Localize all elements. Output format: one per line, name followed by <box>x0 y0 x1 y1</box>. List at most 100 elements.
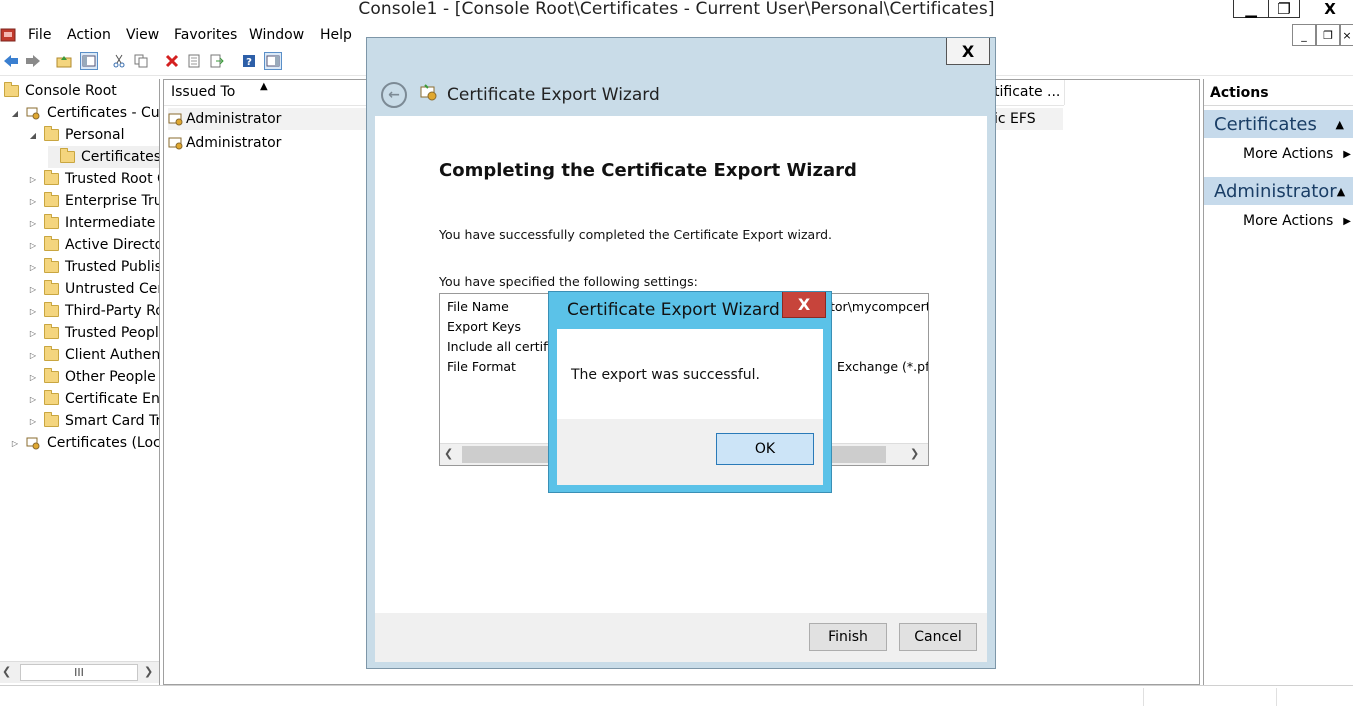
scroll-thumb[interactable]: III <box>20 664 138 681</box>
menu-help[interactable]: Help <box>320 27 352 43</box>
collapsed-arrow-icon[interactable]: ▷ <box>28 307 38 316</box>
actions-section-certificates[interactable]: Certificates ▲ <box>1204 110 1353 138</box>
section-label: Administrator <box>1214 180 1337 202</box>
scroll-left-icon[interactable]: ❮ <box>444 447 453 460</box>
scroll-right-icon[interactable]: ❯ <box>144 665 153 678</box>
scroll-left-icon[interactable]: ❮ <box>2 665 11 678</box>
collapsed-arrow-icon[interactable]: ▷ <box>28 329 38 338</box>
copy-icon[interactable] <box>132 52 150 70</box>
back-arrow-icon[interactable]: ← <box>381 82 407 108</box>
tree-item[interactable]: Console Root <box>4 80 117 102</box>
mmc-app-icon[interactable] <box>0 26 20 44</box>
menu-view[interactable]: View <box>126 27 159 43</box>
tree-item-label: Enterprise Trus <box>65 193 160 209</box>
more-actions-certificates[interactable]: More Actions ▶ <box>1204 142 1353 166</box>
tree-item[interactable]: ▷ Trusted Root C <box>28 168 160 190</box>
tree-item[interactable]: ◢ Personal <box>28 124 125 146</box>
mdi-minimize-button[interactable]: _ <box>1292 24 1316 46</box>
tree-item[interactable]: ▷ Trusted People <box>28 322 159 344</box>
wizard-title: Certificate Export Wizard <box>447 85 660 105</box>
expanded-arrow-icon[interactable]: ◢ <box>28 131 38 140</box>
help-icon[interactable]: ? <box>240 52 258 70</box>
delete-icon[interactable] <box>163 52 181 70</box>
wizard-heading: Completing the Certificate Export Wizard <box>439 160 857 181</box>
template-cell: ic EFS <box>994 111 1036 127</box>
menu-file[interactable]: File <box>28 27 51 43</box>
finish-button[interactable]: Finish <box>809 623 887 651</box>
svg-text:?: ? <box>246 57 252 68</box>
collapsed-arrow-icon[interactable]: ▷ <box>28 263 38 272</box>
tree-item[interactable]: ▷ Smart Card Tru <box>28 410 159 432</box>
tree-item-label: Client Authenti <box>65 347 160 363</box>
certificate-wizard-icon <box>419 83 439 107</box>
collapse-up-icon[interactable]: ▲ <box>1336 118 1344 131</box>
tree-item[interactable]: ▷ Untrusted Cert <box>28 278 159 300</box>
collapsed-arrow-icon[interactable]: ▷ <box>28 351 38 360</box>
issued-to-cell: Administrator <box>186 111 282 127</box>
show-hide-action-pane-icon[interactable] <box>264 52 282 70</box>
collapsed-arrow-icon[interactable]: ▷ <box>28 395 38 404</box>
tree-item[interactable]: ▷ Enterprise Trus <box>28 190 160 212</box>
tree-item[interactable]: ▷ Certificates (Loca <box>10 432 160 454</box>
minimize-button[interactable]: ▁ <box>1233 0 1269 18</box>
tree-item[interactable]: ▷ Trusted Publish <box>28 256 159 278</box>
properties-icon[interactable] <box>185 52 203 70</box>
folder-icon <box>44 346 59 361</box>
tree-item[interactable]: ◢ Certificates - Curr <box>10 102 159 124</box>
tree-item-label: Console Root <box>25 83 117 99</box>
tree-item[interactable]: ▷ Other People <box>28 366 156 388</box>
tree-item[interactable]: ▷ Client Authenti <box>28 344 160 366</box>
collapsed-arrow-icon[interactable]: ▷ <box>28 417 38 426</box>
tree-horizontal-scrollbar[interactable]: ❮ III ❯ <box>0 661 159 683</box>
actions-section-administrator[interactable]: Administrator ▲ <box>1204 177 1353 205</box>
tree-item[interactable]: ▷ Intermediate C <box>28 212 159 234</box>
mdi-close-button[interactable]: × <box>1340 24 1353 46</box>
tree-item[interactable]: ▷ Third-Party Ro <box>28 300 159 322</box>
more-actions-label: More Actions <box>1243 146 1334 162</box>
menu-action[interactable]: Action <box>67 27 111 43</box>
wizard-close-button[interactable]: X <box>946 38 990 65</box>
cut-icon[interactable] <box>110 52 128 70</box>
folder-icon <box>44 126 59 141</box>
mdi-restore-button[interactable]: ❐ <box>1316 24 1340 46</box>
cancel-button[interactable]: Cancel <box>899 623 977 651</box>
status-bar <box>0 685 1353 707</box>
back-arrow-icon[interactable] <box>2 52 20 70</box>
export-list-icon[interactable] <box>208 52 226 70</box>
tree-item[interactable]: ▷ Active Director <box>28 234 159 256</box>
dialog-message: The export was successful. <box>571 367 760 383</box>
tree-item-label: Certificates (Loca <box>47 435 160 451</box>
dialog-close-button[interactable]: X <box>782 292 826 318</box>
collapsed-arrow-icon[interactable]: ▷ <box>28 197 38 206</box>
wizard-footer: Finish Cancel <box>375 613 987 662</box>
maximize-button[interactable]: ❐ <box>1268 0 1300 18</box>
certificate-store-icon <box>26 437 41 450</box>
expanded-arrow-icon[interactable]: ◢ <box>10 109 20 118</box>
collapse-up-icon[interactable]: ▲ <box>1337 185 1345 198</box>
column-intended-purposes[interactable]: tificate ... <box>994 84 1060 100</box>
collapsed-arrow-icon[interactable]: ▷ <box>28 219 38 228</box>
tree-item[interactable]: ▷ Certificate Enro <box>28 388 159 410</box>
collapsed-arrow-icon[interactable]: ▷ <box>28 241 38 250</box>
forward-arrow-icon[interactable] <box>24 52 42 70</box>
collapsed-arrow-icon[interactable]: ▷ <box>28 285 38 294</box>
ok-button[interactable]: OK <box>716 433 814 465</box>
table-row[interactable]: Administrator <box>168 132 281 154</box>
collapsed-arrow-icon[interactable]: ▷ <box>10 439 20 448</box>
close-button[interactable]: X <box>1307 0 1353 18</box>
wizard-header: ← Certificate Export Wizard <box>375 76 987 114</box>
tree-item[interactable]: Certificates <box>48 146 159 168</box>
tree-item-label: Trusted Root C <box>65 171 160 187</box>
more-actions-administrator[interactable]: More Actions ▶ <box>1204 209 1353 233</box>
menu-favorites[interactable]: Favorites <box>174 27 237 43</box>
collapsed-arrow-icon[interactable]: ▷ <box>28 373 38 382</box>
menu-window[interactable]: Window <box>249 27 304 43</box>
column-issued-to[interactable]: Issued To <box>171 84 235 100</box>
scroll-right-icon[interactable]: ❯ <box>910 447 919 460</box>
collapsed-arrow-icon[interactable]: ▷ <box>28 175 38 184</box>
tree-item-label: Personal <box>65 127 125 143</box>
issued-to-cell: Administrator <box>186 135 282 151</box>
export-success-dialog: Certificate Export Wizard X The export w… <box>548 291 832 493</box>
up-folder-icon[interactable] <box>55 52 73 70</box>
show-hide-console-tree-icon[interactable] <box>80 52 98 70</box>
